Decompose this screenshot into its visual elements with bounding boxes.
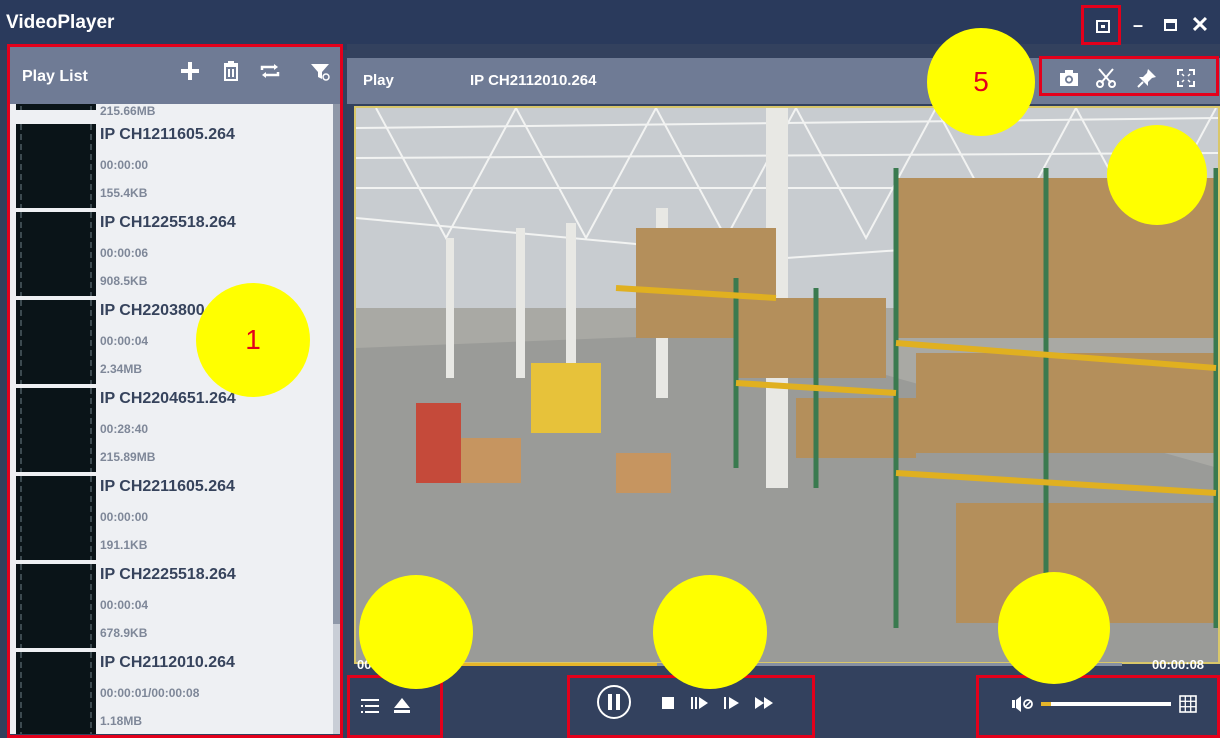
callout-blank	[998, 572, 1110, 684]
app-title: VideoPlayer	[6, 12, 115, 33]
warehouse-scene	[356, 108, 1218, 662]
callout-blank	[653, 575, 767, 689]
highlight-toolbar	[1039, 56, 1219, 96]
highlight-playlist	[7, 44, 343, 738]
maximize-button[interactable]	[1157, 12, 1183, 38]
highlight-volume-controls	[976, 675, 1220, 738]
callout-blank	[1107, 125, 1207, 225]
time-total: 00:00:08	[1152, 657, 1205, 672]
close-button[interactable]: ✕	[1187, 12, 1213, 38]
video-frame[interactable]	[354, 106, 1220, 664]
callout-blank	[359, 575, 473, 689]
callout-5: 5	[927, 28, 1035, 136]
current-file-name: IP CH2112010.264	[470, 72, 597, 89]
video-player-window: VideoPlayer – ✕ Play List 215.66MB IP CH…	[0, 0, 1220, 738]
title-bar: VideoPlayer – ✕	[0, 0, 1220, 50]
play-label: Play	[363, 72, 394, 89]
minimize-button[interactable]: –	[1125, 12, 1151, 38]
callout-1: 1	[196, 283, 310, 397]
highlight-restore	[1081, 5, 1121, 45]
